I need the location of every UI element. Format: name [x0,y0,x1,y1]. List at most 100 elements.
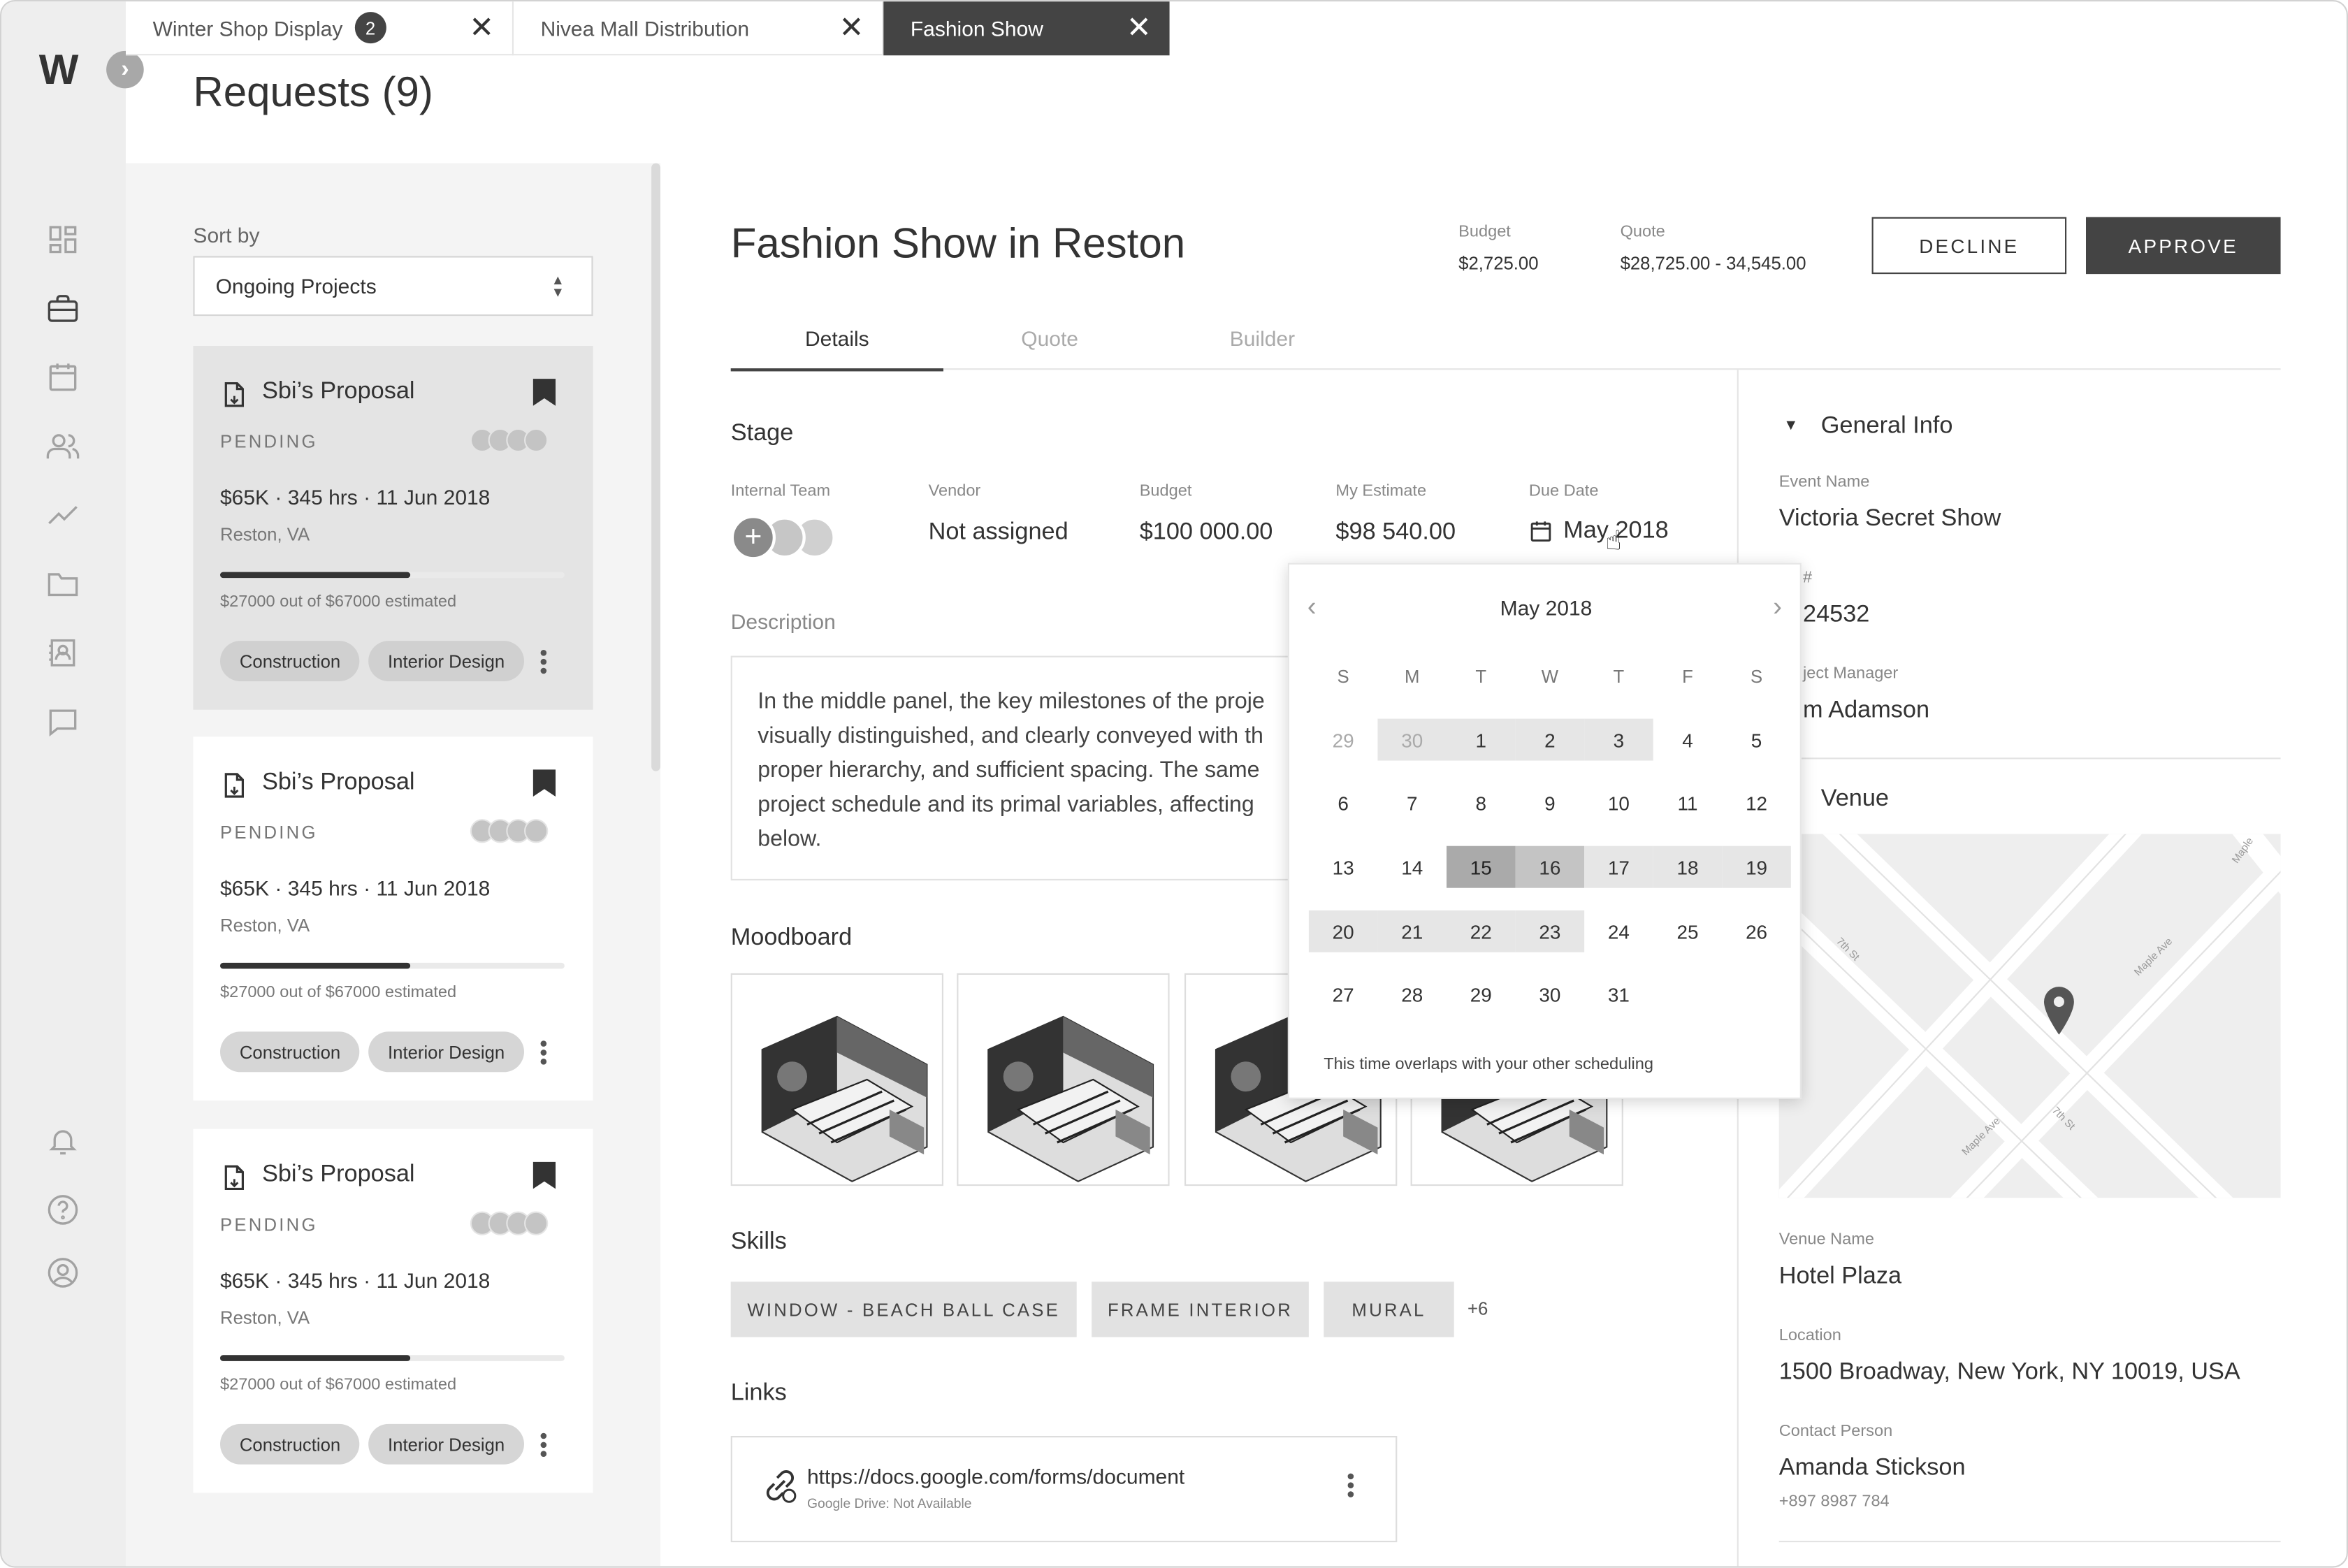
calendar-day[interactable]: 31 [1584,973,1653,1015]
calendar-day[interactable]: 13 [1309,846,1378,888]
calendar-day[interactable]: 29 [1447,973,1516,1015]
calendar-day[interactable]: 17 [1584,845,1653,888]
tag-chip[interactable]: Interior Design [368,641,525,681]
calendar-day[interactable]: 6 [1309,782,1378,824]
next-month-icon[interactable]: › [1773,591,1782,623]
calendar-day[interactable]: 21 [1377,910,1447,952]
calendar-day[interactable]: 18 [1653,845,1723,888]
calendar-day[interactable]: 23 [1515,910,1585,952]
profile-icon[interactable] [43,1254,82,1293]
status-badge: PENDING [220,1214,318,1235]
moodboard-image[interactable] [730,973,943,1186]
tab-builder[interactable]: Builder [1156,326,1368,350]
calendar-day[interactable]: 26 [1722,910,1791,952]
calendar-day[interactable]: 30 [1377,718,1447,761]
calendar-day[interactable]: 2 [1515,718,1585,761]
decline-button[interactable]: DECLINE [1871,217,2067,275]
briefcase-icon[interactable] [43,289,82,328]
bookmark-icon[interactable] [532,1161,557,1191]
progress-bar [220,1355,565,1361]
due-date-field[interactable]: May 2018 [1529,515,1669,548]
calendar-day[interactable]: 30 [1516,973,1585,1015]
calendar-day[interactable]: 14 [1377,846,1447,888]
contact-icon[interactable] [43,633,82,672]
card-menu-icon[interactable] [539,647,548,677]
calendar-day[interactable]: 16 [1515,845,1585,888]
moodboard-image[interactable] [957,973,1170,1186]
tab-nivea-mall-distribution[interactable]: Nivea Mall Distribution ✕ [514,1,884,56]
users-icon[interactable] [43,427,82,466]
approve-button[interactable]: APPROVE [2086,217,2281,275]
request-card[interactable]: Sbi’s Proposal PENDING $65K · 345 hrs · 11… [193,1128,593,1493]
calendar-day[interactable]: 1 [1447,718,1516,761]
help-icon[interactable] [43,1191,82,1230]
tab-quote[interactable]: Quote [943,326,1156,350]
skill-chip[interactable]: FRAME INTERIOR [1092,1282,1309,1337]
tag-chip[interactable]: Construction [220,641,361,681]
skill-chip[interactable]: WINDOW - BEACH BALL CASE [730,1282,1077,1337]
trending-icon[interactable] [43,495,82,535]
dashboard-icon[interactable] [43,220,82,259]
tab-winter-shop-display[interactable]: Winter Shop Display 2 ✕ [126,1,514,56]
card-location: Reston, VA [220,524,310,545]
description-box[interactable]: In the middle panel, the key milestones … [730,655,1330,880]
calendar-day[interactable]: 22 [1447,910,1516,952]
tab-label: Nivea Mall Distribution [540,15,750,40]
calendar-day[interactable]: 15 [1447,845,1516,888]
sort-value: Ongoing Projects [215,274,377,298]
description-line: visually distinguished, and clearly conv… [758,723,1263,749]
bookmark-icon[interactable] [532,768,557,798]
request-card[interactable]: Sbi’s Proposal PENDING $65K · 345 hrs · 11… [193,345,593,710]
venue-map[interactable]: 7th St Maple Ave Maple Ave 7th St Maple [1778,834,2281,1198]
calendar-day[interactable]: 3 [1584,718,1653,761]
request-card[interactable]: Sbi’s Proposal PENDING $65K · 345 hrs · 11… [193,736,593,1101]
bell-icon[interactable] [43,1121,82,1161]
link-item[interactable]: https://docs.google.com/forms/document G… [730,1436,1398,1543]
sort-select[interactable]: Ongoing Projects ▲ ▼ [193,256,593,317]
skill-chip[interactable]: MURAL [1324,1282,1454,1337]
tag-chip[interactable]: Construction [220,1423,361,1465]
tab-fashion-show[interactable]: Fashion Show ✕ [883,1,1170,56]
skills-more[interactable]: +6 [1468,1298,1488,1319]
calendar-day[interactable]: 10 [1584,782,1653,824]
calendar-day[interactable]: 7 [1377,782,1447,824]
calendar-day[interactable]: 9 [1516,782,1585,824]
calendar-day[interactable]: 20 [1308,910,1378,952]
link-url[interactable]: https://docs.google.com/forms/document [807,1465,1184,1488]
close-icon[interactable]: ✕ [469,13,494,43]
folder-icon[interactable] [43,565,82,604]
chat-icon[interactable] [43,702,82,741]
calendar-day[interactable]: 19 [1722,845,1791,888]
calendar-day[interactable]: 25 [1653,910,1723,952]
tag-chip[interactable]: Construction [220,1031,361,1073]
expand-sidebar-button[interactable]: › [106,50,144,89]
calendar-day[interactable]: 5 [1722,719,1791,761]
tag-chip[interactable]: Interior Design [368,1031,525,1073]
calendar-day[interactable]: 8 [1447,782,1516,824]
collapse-icon[interactable]: ▼ [1783,418,1798,435]
calendar-day[interactable]: 4 [1653,719,1723,761]
calendar-day[interactable]: 27 [1309,973,1378,1015]
card-title: Sbi’s Proposal [262,379,415,405]
calendar-day[interactable]: 12 [1722,782,1791,824]
team-dots [470,1211,549,1235]
description-line: proper hierarchy, and sufficient spacing… [758,757,1260,783]
calendar-icon[interactable] [43,358,82,397]
calendar-day[interactable]: 11 [1653,782,1723,824]
description-line: below. [758,826,822,852]
list-scrollbar[interactable] [651,163,660,771]
calendar-day[interactable]: 28 [1377,973,1447,1015]
tab-badge: 2 [354,12,386,44]
card-menu-icon[interactable] [539,1430,548,1460]
calendar-day[interactable]: 24 [1584,910,1653,952]
team-avatars[interactable]: + [730,515,843,560]
add-member-icon[interactable]: + [730,515,776,560]
close-icon[interactable]: ✕ [839,13,864,43]
calendar-day[interactable]: 29 [1309,719,1378,761]
tag-chip[interactable]: Interior Design [368,1423,525,1465]
card-menu-icon[interactable] [539,1038,548,1068]
link-menu-icon[interactable] [1346,1470,1355,1503]
tab-details[interactable]: Details [730,326,943,372]
close-icon[interactable]: ✕ [1126,13,1152,43]
bookmark-icon[interactable] [532,377,557,407]
